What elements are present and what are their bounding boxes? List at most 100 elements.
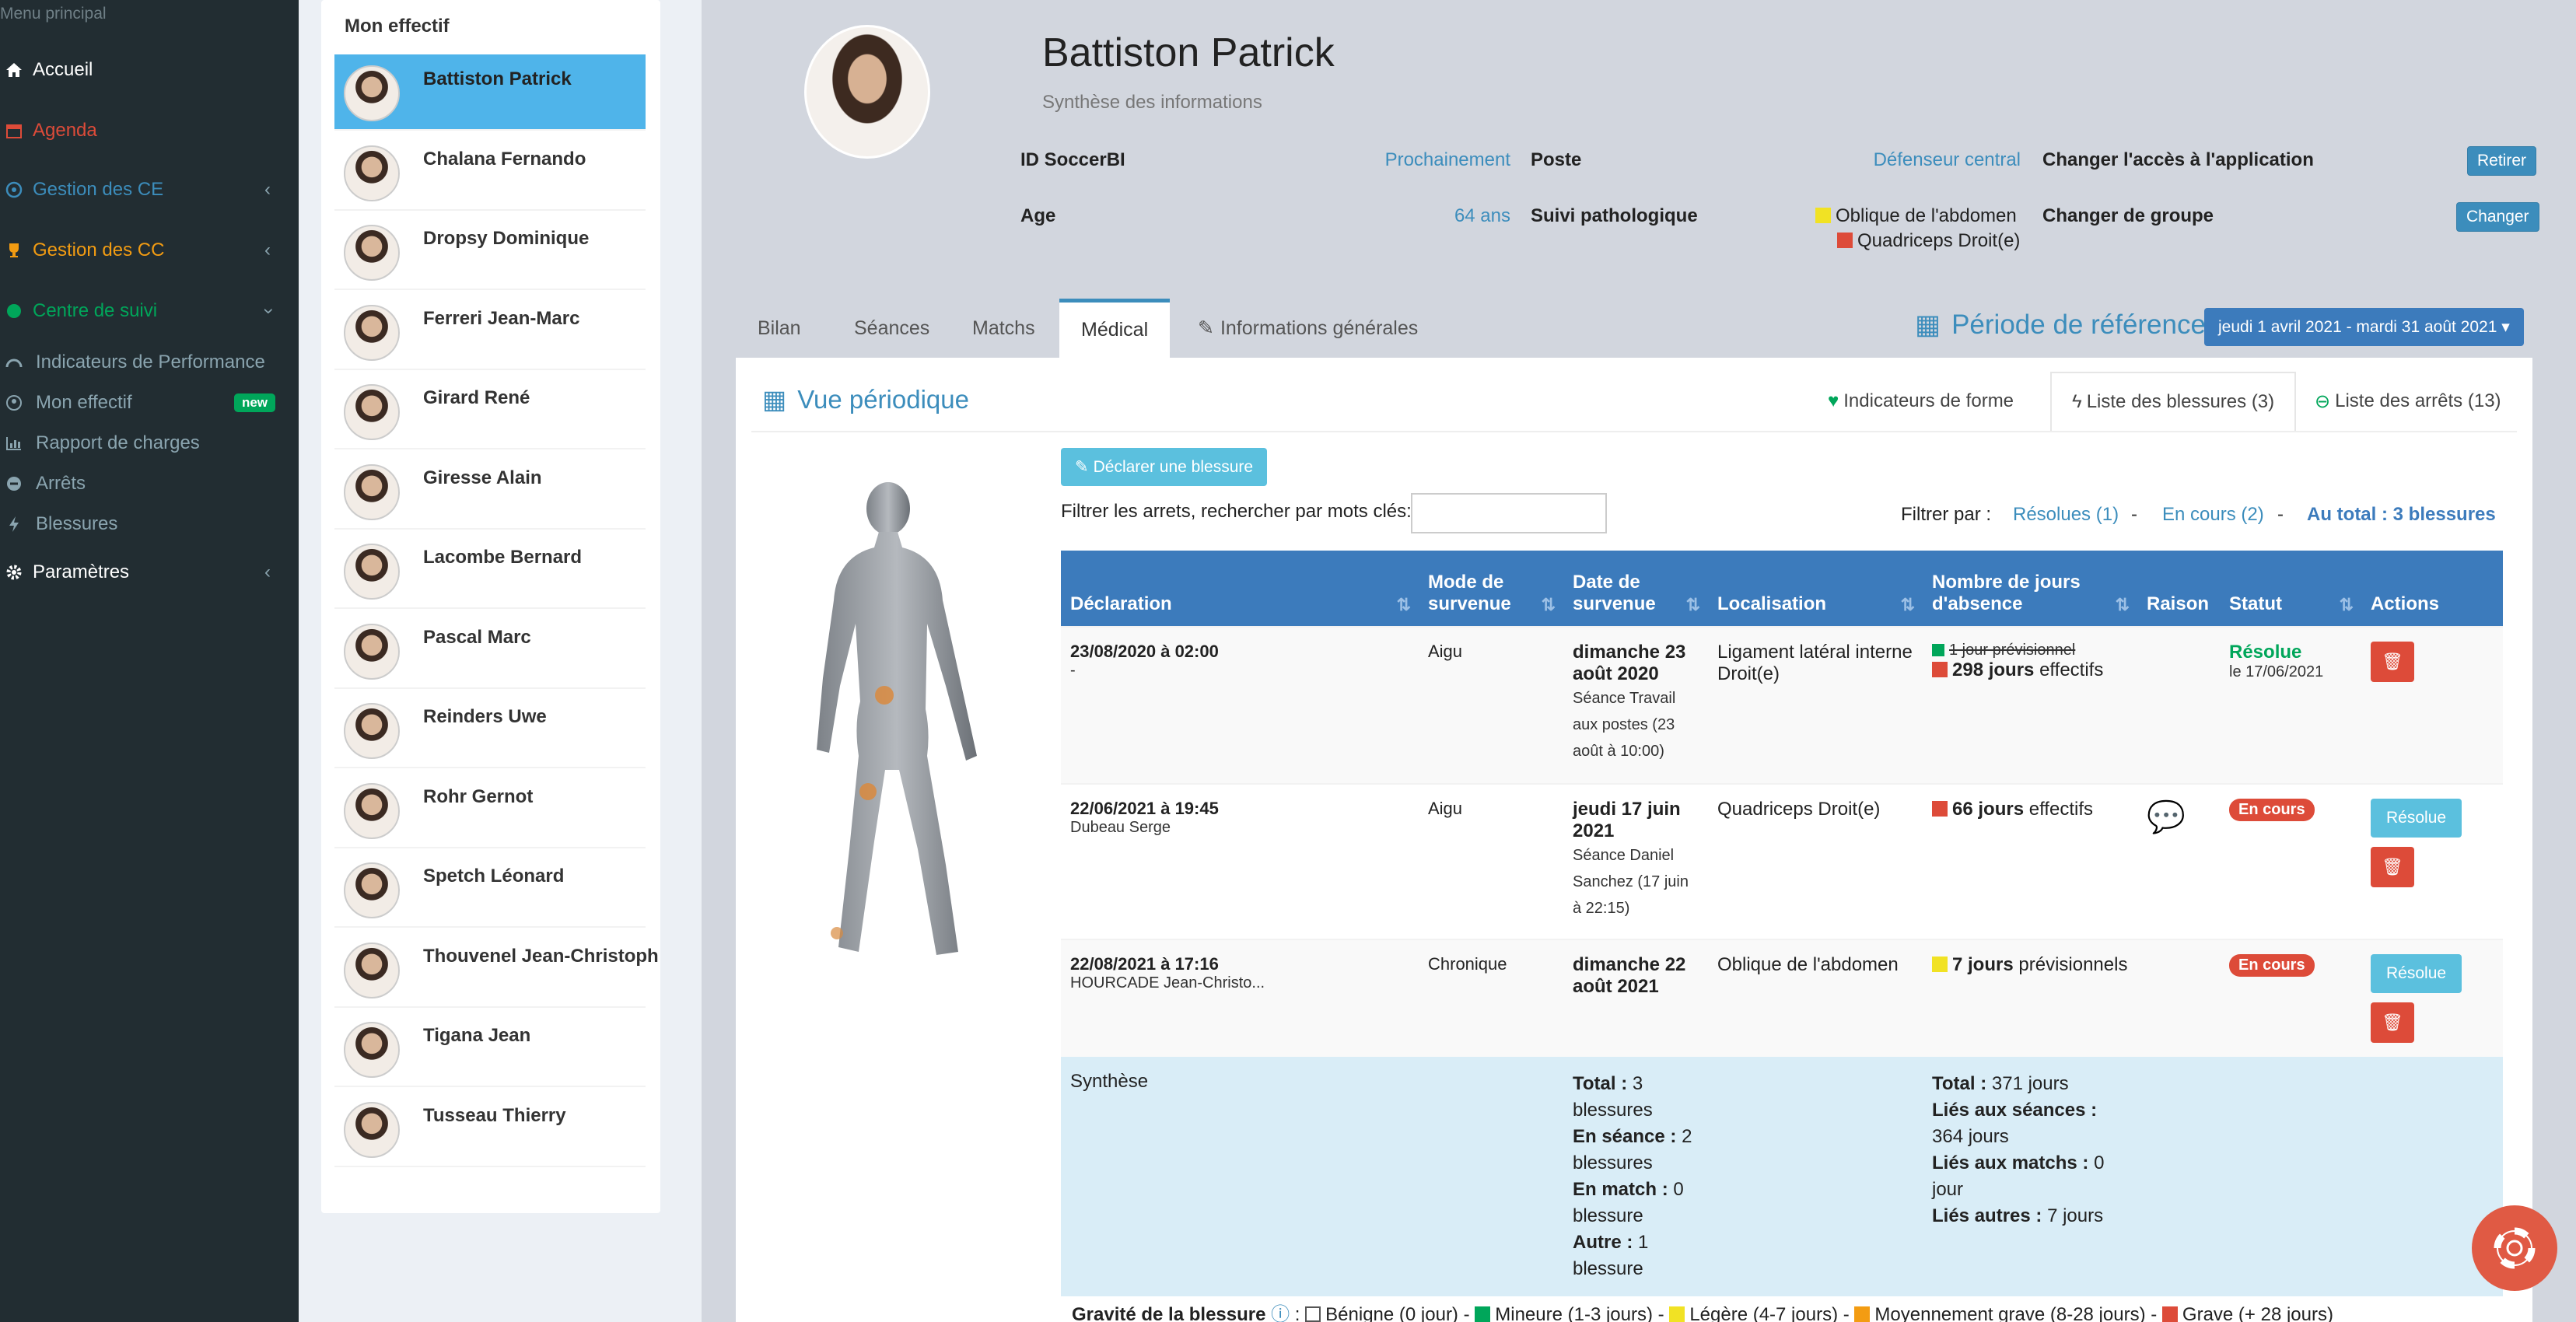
lifebuoy-icon (2494, 1227, 2536, 1269)
roster-item[interactable]: Tigana Jean (334, 1011, 646, 1087)
grid-icon: ▦ (762, 385, 787, 414)
yellow-square-icon (1669, 1306, 1685, 1322)
id-value: Prochainement (1384, 149, 1510, 170)
changer-button[interactable]: Changer (2456, 202, 2539, 232)
chevron-left-icon: ‹ (264, 240, 271, 261)
roster-item[interactable]: Reinders Uwe (334, 692, 646, 768)
green-square-icon (1475, 1306, 1491, 1322)
filter-resolues-link[interactable]: Résolues (1) (2013, 504, 2119, 526)
roster-item[interactable]: Battiston Patrick (334, 54, 646, 131)
tab-medical[interactable]: Médical (1059, 299, 1171, 358)
suivi-item-1: Oblique de l'abdomen (1815, 205, 2017, 227)
periode-range-dropdown[interactable]: jeudi 1 avril 2021 - mardi 31 août 2021 … (2204, 308, 2524, 346)
delete-button[interactable]: 🗑 (2371, 847, 2414, 887)
roster-item-name: Tigana Jean (423, 1025, 531, 1046)
resolue-button[interactable]: Résolue (2371, 799, 2462, 838)
age-label: Age (1020, 205, 1056, 226)
status-badge: En cours (2229, 954, 2315, 977)
sort-icon: ⇅ (2115, 595, 2130, 614)
tab-seances[interactable]: Séances (832, 299, 951, 358)
retirer-button[interactable]: Retirer (2467, 146, 2537, 176)
roster-item-name: Dropsy Dominique (423, 228, 590, 249)
delete-button[interactable]: 🗑 (2371, 642, 2414, 682)
bar-chart-icon (0, 435, 28, 451)
yellow-square-icon (1815, 208, 1831, 223)
roster-item[interactable]: Ferreri Jean-Marc (334, 293, 646, 370)
divider (751, 431, 2517, 432)
th-date[interactable]: Date de survenue ⇅ (1563, 551, 1708, 627)
help-lifebuoy-button[interactable] (2472, 1205, 2557, 1291)
roster-item[interactable]: Lacombe Bernard (334, 533, 646, 609)
suivi-item-2: Quadriceps Droit(e) (1837, 230, 2020, 252)
sidebar-sub-rapport-charges[interactable]: Rapport de charges (0, 423, 299, 463)
heartbeat-icon: ♥ (1828, 390, 1839, 411)
th-actions: Actions (2361, 551, 2503, 627)
sort-icon: ⇅ (1900, 595, 1915, 614)
comment-icon[interactable]: 💬 (2147, 800, 2186, 834)
sidebar: Menu principal Accueil Agenda Gestion de… (0, 0, 299, 1322)
th-jours-absence[interactable]: Nombre de jours d'absence ⇅ (1923, 551, 2137, 627)
gravite-legend: Gravité de la blessure ⓘ : Bénigne (0 jo… (1072, 1299, 2333, 1322)
trash-icon: 🗑 (2382, 857, 2403, 876)
resolue-button[interactable]: Résolue (2371, 954, 2462, 993)
sidebar-sub-indicateurs[interactable]: Indicateurs de Performance (0, 342, 299, 383)
roster-item-name: Chalana Fernando (423, 148, 586, 170)
user-circle-icon (0, 394, 28, 411)
delete-button[interactable]: 🗑 (2371, 1002, 2414, 1043)
sidebar-item-accueil[interactable]: Accueil (0, 47, 299, 93)
roster-item[interactable]: Thouvenel Jean-Christoph (334, 931, 659, 1008)
avatar (344, 65, 400, 121)
synthese-row: Synthèse Total : 3 blessures En séance : … (1061, 1057, 2503, 1296)
sidebar-item-gestion-cc[interactable]: Gestion des CC ‹ (0, 227, 299, 274)
tab-matchs[interactable]: Matchs (950, 299, 1057, 358)
avatar (344, 703, 400, 759)
sidebar-item-centre-de-suivi[interactable]: Centre de suivi ‹ (0, 288, 299, 334)
sidebar-item-gestion-ce[interactable]: Gestion des CE ‹ (0, 166, 299, 213)
avatar (344, 544, 400, 600)
sidebar-sub-mon-effectif[interactable]: Mon effectif new (0, 383, 299, 423)
yellow-square-icon (1932, 957, 1948, 972)
vue-periodique-title: ▦ Vue périodique (762, 385, 969, 414)
soccer-ball-icon (0, 181, 28, 198)
sidebar-sub-blessures[interactable]: Blessures (0, 504, 299, 544)
subtab-liste-arrets[interactable]: ⊖ Liste des arrêts (13) (2294, 372, 2522, 431)
roster-item[interactable]: Tusseau Thierry (334, 1090, 646, 1167)
subtab-liste-blessures[interactable]: ϟ Liste des blessures (3) (2050, 372, 2297, 431)
th-raison[interactable]: Raison (2137, 551, 2220, 627)
declarer-blessure-button[interactable]: ✎ Déclarer une blessure (1061, 448, 1268, 486)
subtab-indicateurs-forme[interactable]: ♥ Indicateurs de forme (1808, 372, 2034, 431)
tab-informations-generales[interactable]: ✎ Informations générales (1176, 299, 1440, 358)
sidebar-sub-arrets[interactable]: Arrêts (0, 463, 299, 504)
roster-item[interactable]: Giresse Alain (334, 453, 646, 530)
bolt-icon: ϟ (2072, 391, 2082, 412)
roster-item[interactable]: Dropsy Dominique (334, 214, 646, 290)
th-statut[interactable]: Statut ⇅ (2220, 551, 2361, 627)
sort-icon: ⇅ (2339, 595, 2354, 614)
chevron-down-icon: ‹ (257, 308, 278, 314)
roster-item[interactable]: Spetch Léonard (334, 852, 646, 928)
sidebar-item-parametres[interactable]: Paramètres ‹ (0, 549, 299, 596)
green-square-icon (1932, 644, 1944, 656)
th-declaration[interactable]: Déclaration ⇅ (1061, 551, 1419, 627)
roster-item[interactable]: Pascal Marc (334, 612, 646, 689)
filter-search-input[interactable] (1411, 493, 1607, 533)
white-square-icon (1305, 1306, 1321, 1322)
avatar (344, 304, 400, 361)
filter-encours-link[interactable]: En cours (2) (2162, 504, 2264, 526)
avatar (344, 225, 400, 281)
filter-total-link[interactable]: Au total : 3 blessures (2307, 504, 2496, 526)
th-localisation[interactable]: Localisation ⇅ (1708, 551, 1923, 627)
th-mode[interactable]: Mode de survenue ⇅ (1419, 551, 1563, 627)
sidebar-item-agenda[interactable]: Agenda (0, 107, 299, 154)
info-icon[interactable]: ⓘ (1271, 1304, 1290, 1322)
globe-icon (0, 303, 28, 320)
avatar (344, 782, 400, 839)
roster-item[interactable]: Chalana Fernando (334, 134, 646, 211)
roster-title: Mon effectif (345, 16, 450, 37)
filter-separator: - (2131, 504, 2137, 525)
roster-item[interactable]: Rohr Gernot (334, 771, 646, 848)
red-square-icon (1837, 233, 1853, 248)
roster-item[interactable]: Girard René (334, 373, 646, 449)
periode-title: ▦ Période de référence (1915, 310, 2206, 340)
tab-bilan[interactable]: Bilan (736, 299, 823, 358)
